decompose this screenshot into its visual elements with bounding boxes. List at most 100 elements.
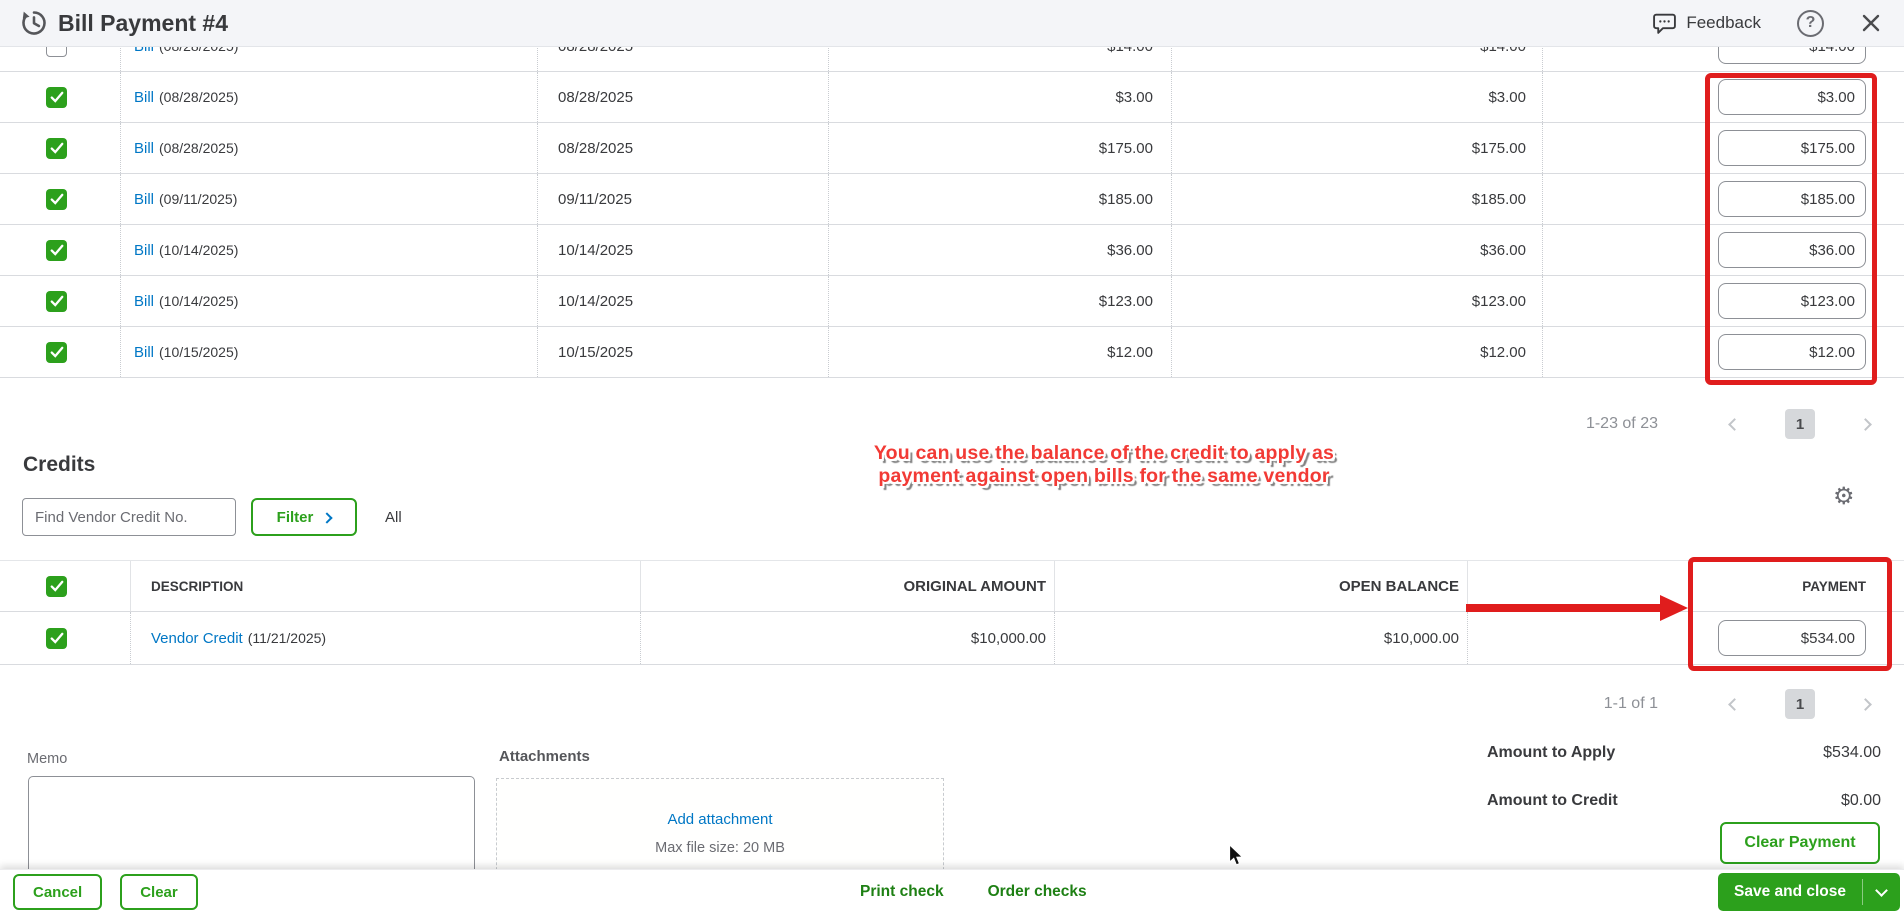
top-bar: Bill Payment #4 Feedback ? — [0, 0, 1904, 47]
order-checks-link[interactable]: Order checks — [988, 883, 1087, 901]
original-amount-cell: $175.00 — [828, 123, 1171, 173]
credits-table: DESCRIPTION ORIGINAL AMOUNT OPEN BALANCE… — [0, 560, 1904, 665]
bill-date-label: (10/14/2025) — [159, 293, 239, 309]
open-balance-cell: $10,000.00 — [1054, 612, 1467, 664]
original-amount-cell: $10,000.00 — [640, 612, 1054, 664]
bill-date-label: (10/14/2025) — [159, 242, 239, 258]
payment-input[interactable] — [1718, 283, 1866, 319]
bill-row: Bill (10/15/2025) 10/15/2025 $12.00 $12.0… — [0, 327, 1904, 378]
save-and-close-button[interactable]: Save and close — [1717, 873, 1900, 911]
amount-to-apply-value: $534.00 — [1823, 744, 1881, 761]
credit-row: Vendor Credit (11/21/2025) $10,000.00 $10… — [0, 612, 1904, 665]
row-checkbox[interactable] — [46, 341, 67, 363]
amount-to-apply-label: Amount to Apply — [1487, 744, 1616, 761]
help-icon[interactable]: ? — [1797, 9, 1824, 37]
next-page-icon[interactable] — [1859, 417, 1872, 431]
bill-date-label: (08/28/2025) — [159, 47, 238, 54]
clear-button[interactable]: Clear — [120, 874, 198, 910]
row-checkbox[interactable] — [46, 239, 67, 261]
gear-icon[interactable]: ⚙ — [1833, 485, 1855, 509]
pagination-range: 1-23 of 23 — [1585, 415, 1658, 432]
payment-input[interactable] — [1718, 334, 1866, 370]
due-date-cell: 08/28/2025 — [537, 72, 828, 122]
row-checkbox[interactable] — [46, 290, 67, 312]
credit-payment-input[interactable] — [1718, 620, 1866, 656]
bill-payment-window: Bill (08/28/2025) 08/28/2025 $14.00 $14.0… — [0, 0, 1904, 914]
original-amount-cell: $3.00 — [828, 72, 1171, 122]
original-amount-cell: $185.00 — [828, 174, 1171, 224]
history-clock-icon — [22, 11, 46, 35]
row-checkbox[interactable] — [46, 137, 67, 159]
open-balance-cell: $12.00 — [1171, 327, 1542, 377]
amount-to-credit-value: $0.00 — [1840, 792, 1881, 809]
due-date-cell: 08/28/2025 — [537, 47, 828, 71]
vendor-credit-search-input[interactable] — [22, 498, 236, 536]
credit-date-label: (11/21/2025) — [247, 630, 327, 646]
select-all-checkbox[interactable] — [46, 575, 67, 597]
open-balance-cell: $36.00 — [1171, 225, 1542, 275]
row-checkbox[interactable] — [46, 86, 67, 108]
chevron-right-icon — [321, 511, 334, 524]
bill-row: Bill (08/28/2025) 08/28/2025 $3.00 $3.00 — [0, 72, 1904, 123]
open-balance-cell: $175.00 — [1171, 123, 1542, 173]
due-date-cell: 10/14/2025 — [537, 276, 828, 326]
print-check-link[interactable]: Print check — [860, 883, 944, 901]
bills-pagination: 1-23 of 23 1 — [1586, 408, 1904, 440]
filter-button[interactable]: Filter — [251, 498, 357, 536]
row-checkbox[interactable] — [46, 47, 67, 57]
bill-link[interactable]: Bill — [134, 293, 154, 310]
bill-date-label: (09/11/2025) — [159, 191, 238, 207]
bill-link[interactable]: Bill — [134, 242, 154, 259]
bill-date-label: (08/28/2025) — [159, 140, 239, 156]
open-balance-cell: $3.00 — [1171, 72, 1542, 122]
page-title: Bill Payment #4 — [58, 9, 229, 36]
bill-row: Bill (08/28/2025) 08/28/2025 $175.00 $175… — [0, 123, 1904, 174]
prev-page-icon[interactable] — [1728, 417, 1741, 431]
payment-input[interactable] — [1718, 232, 1866, 268]
payment-input[interactable] — [1718, 79, 1866, 115]
original-amount-cell: $36.00 — [828, 225, 1171, 275]
bill-link[interactable]: Bill — [134, 140, 154, 157]
open-balance-cell: $14.00 — [1171, 47, 1542, 71]
mouse-cursor — [1229, 845, 1244, 866]
add-attachment-link[interactable]: Add attachment — [497, 811, 943, 828]
due-date-cell: 10/15/2025 — [537, 327, 828, 377]
bill-link[interactable]: Bill — [134, 47, 154, 55]
feedback-button[interactable]: Feedback — [1652, 12, 1761, 35]
save-options-dropdown[interactable] — [1863, 873, 1900, 911]
description-column-header: DESCRIPTION — [130, 561, 640, 611]
payment-input[interactable] — [1718, 181, 1866, 217]
row-checkbox[interactable] — [46, 188, 67, 210]
annotation-text: You can use the balance of the credit to… — [873, 442, 1335, 487]
filter-all-link[interactable]: All — [385, 509, 402, 526]
max-file-size-note: Max file size: 20 MB — [655, 840, 785, 856]
original-amount-cell: $12.00 — [828, 327, 1171, 377]
due-date-cell: 09/11/2025 — [537, 174, 828, 224]
vendor-credit-link[interactable]: Vendor Credit — [151, 630, 243, 647]
clear-payment-button[interactable]: Clear Payment — [1720, 822, 1880, 864]
bill-link[interactable]: Bill — [134, 89, 154, 106]
next-page-icon[interactable] — [1859, 697, 1872, 711]
original-amount-cell: $123.00 — [828, 276, 1171, 326]
bill-link[interactable]: Bill — [134, 191, 154, 208]
amount-to-credit-label: Amount to Credit — [1487, 792, 1618, 809]
clipped-row-wrapper: Bill (08/28/2025) 08/28/2025 $14.00 $14.0… — [0, 47, 1904, 72]
red-arrow-head-icon — [1660, 595, 1688, 621]
page-number-button[interactable]: 1 — [1785, 409, 1815, 439]
payment-input[interactable] — [1718, 47, 1866, 64]
credits-section-title: Credits — [23, 453, 96, 476]
page-number-button[interactable]: 1 — [1785, 689, 1815, 719]
bill-date-label: (10/15/2025) — [159, 344, 239, 360]
cancel-button[interactable]: Cancel — [13, 874, 103, 910]
prev-page-icon[interactable] — [1728, 697, 1741, 711]
bills-table: Bill (08/28/2025) 08/28/2025 $14.00 $14.0… — [0, 47, 1904, 378]
open-balance-column-header: OPEN BALANCE — [1054, 561, 1467, 611]
close-icon[interactable] — [1860, 12, 1882, 34]
bill-link[interactable]: Bill — [134, 344, 154, 361]
payment-input[interactable] — [1718, 130, 1866, 166]
row-checkbox[interactable] — [46, 627, 67, 649]
pagination-range: 1-1 of 1 — [1603, 695, 1658, 712]
amount-to-credit-row: Amount to Credit $0.00 — [1487, 792, 1881, 810]
open-balance-cell: $123.00 — [1171, 276, 1542, 326]
bill-row: Bill (10/14/2025) 10/14/2025 $36.00 $36.0… — [0, 225, 1904, 276]
